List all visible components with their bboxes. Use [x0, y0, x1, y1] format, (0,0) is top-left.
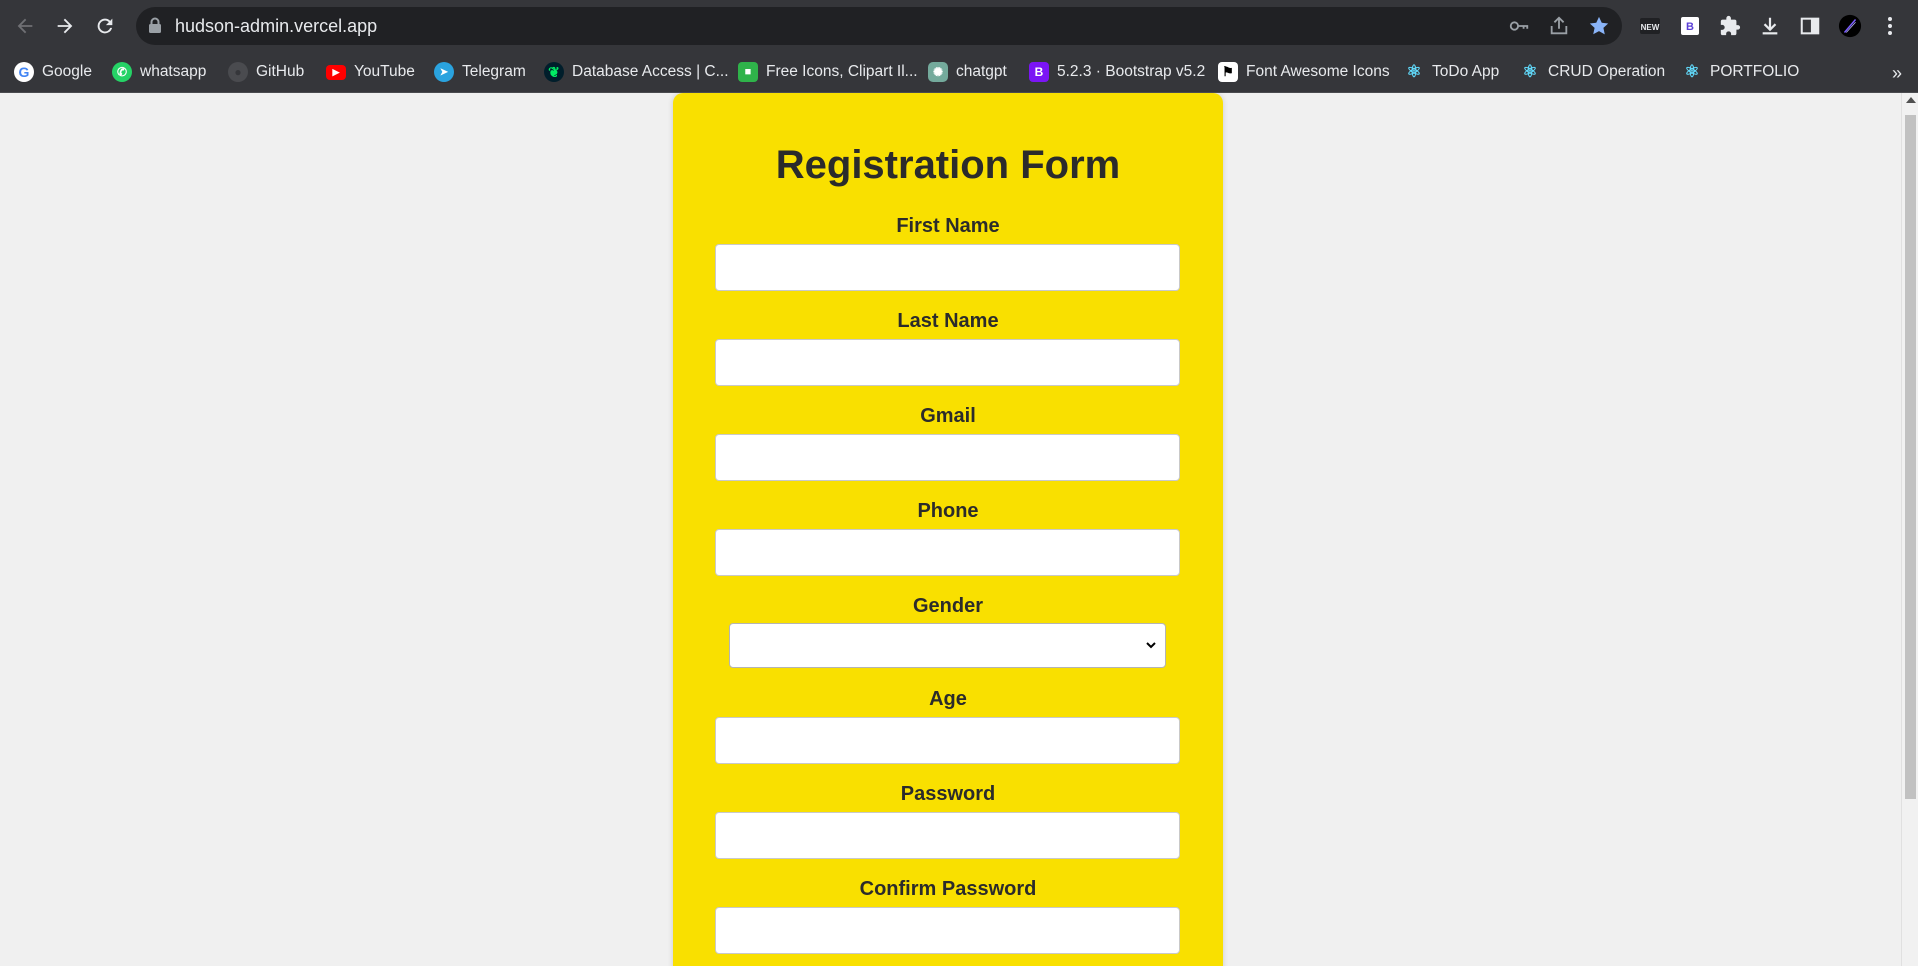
gender-select[interactable]: [729, 623, 1166, 668]
arrow-right-icon: [57, 18, 73, 34]
url-text: hudson-admin.vercel.app: [175, 16, 378, 36]
bookmark-github[interactable]: ● GitHub: [228, 59, 304, 85]
bookmark-bootstrap[interactable]: B 5.2.3 · Bootstrap v5.2: [1029, 59, 1205, 85]
bookmark-label: GitHub: [256, 63, 305, 80]
first-name-input[interactable]: [715, 244, 1180, 291]
lock-icon: [149, 17, 161, 33]
form-title: Registration Form: [775, 143, 1121, 187]
bookmark-label: Free Icons, Clipart Il...: [766, 63, 918, 80]
puzzle-icon[interactable]: [1718, 14, 1742, 38]
bookmark-label: Google: [42, 63, 92, 80]
svg-text:B: B: [1686, 21, 1694, 33]
bootstrap-icon: B: [1029, 62, 1049, 82]
back-button[interactable]: [9, 10, 41, 42]
password-input[interactable]: [715, 812, 1180, 859]
bookmark-label: Telegram: [462, 63, 526, 80]
age-input[interactable]: [715, 717, 1180, 764]
bookmarks-overflow-icon[interactable]: »: [1892, 63, 1902, 84]
address-bar[interactable]: hudson-admin.vercel.app: [136, 7, 1622, 45]
side-panel-icon[interactable]: [1798, 14, 1822, 38]
mongodb-icon: ❦: [544, 62, 564, 82]
icons8-icon: ■: [738, 62, 758, 82]
last-name-input[interactable]: [715, 339, 1180, 386]
last-name-label: Last Name: [897, 310, 999, 332]
key-icon[interactable]: [1508, 15, 1530, 37]
forward-button[interactable]: [49, 10, 81, 42]
phone-label: Phone: [917, 500, 979, 522]
browser-toolbar: hudson-admin.vercel.app NEW B: [0, 0, 1918, 53]
bookmark-label: CRUD Operation: [1548, 63, 1666, 80]
scroll-up-arrow-icon[interactable]: [1906, 97, 1916, 103]
react-icon: ⚛: [1684, 62, 1700, 81]
bookmark-label: YouTube: [354, 63, 415, 80]
bookmark-chatgpt[interactable]: ✺ chatgpt: [928, 59, 1007, 85]
star-icon[interactable]: [1588, 15, 1610, 37]
gender-label: Gender: [912, 595, 984, 617]
share-icon[interactable]: [1548, 15, 1570, 37]
phone-input[interactable]: [715, 529, 1180, 576]
bookmark-crud-operation[interactable]: ⚛ CRUD Operation: [1520, 59, 1665, 85]
bookmark-google[interactable]: G Google: [14, 59, 92, 85]
bookmarks-bar: G Google ✆ whatsapp ● GitHub ▶ YouTube ➤…: [0, 53, 1918, 93]
gmail-label: Gmail: [920, 405, 976, 427]
github-icon: ●: [228, 62, 248, 82]
telegram-icon: ➤: [434, 62, 454, 82]
bookmark-font-awesome[interactable]: ⚑ Font Awesome Icons: [1218, 59, 1390, 85]
chevron-down-icon: [1146, 642, 1156, 649]
google-icon: G: [14, 62, 34, 82]
bookmark-whatsapp[interactable]: ✆ whatsapp: [112, 59, 206, 85]
youtube-icon: ▶: [326, 64, 346, 80]
browser-menu-icon[interactable]: [1878, 14, 1902, 38]
page-viewport: Registration Form First Name Last Name G…: [0, 93, 1918, 966]
reload-button[interactable]: [89, 10, 121, 42]
whatsapp-icon: ✆: [112, 62, 132, 82]
bookmark-telegram[interactable]: ➤ Telegram: [434, 59, 526, 85]
confirm-password-input[interactable]: [715, 907, 1180, 954]
react-icon: ⚛: [1406, 62, 1422, 81]
password-label: Password: [900, 783, 996, 805]
bookmark-label: Database Access | C...: [572, 63, 729, 80]
bookmark-label: whatsapp: [140, 63, 207, 80]
registration-form: Registration Form First Name Last Name G…: [673, 93, 1223, 966]
page-scrollbar[interactable]: [1901, 93, 1918, 966]
bookmark-database-access[interactable]: ❦ Database Access | C...: [544, 59, 729, 85]
bookmark-label: Font Awesome Icons: [1246, 63, 1390, 80]
font-awesome-flag-icon: ⚑: [1218, 62, 1238, 82]
age-label: Age: [929, 688, 967, 710]
bootstrap-extension-icon[interactable]: B: [1678, 14, 1702, 38]
bookmark-todo-app[interactable]: ⚛ ToDo App: [1404, 59, 1499, 85]
download-icon[interactable]: [1758, 14, 1782, 38]
bookmark-label: ToDo App: [1432, 63, 1500, 80]
new-extension-icon[interactable]: NEW: [1638, 14, 1662, 38]
react-icon: ⚛: [1522, 62, 1538, 81]
bookmark-portfolio[interactable]: ⚛ PORTFOLIO: [1682, 59, 1799, 85]
first-name-label: First Name: [896, 215, 1000, 237]
avatar[interactable]: [1838, 14, 1862, 38]
bookmark-label: chatgpt: [956, 63, 1007, 80]
bookmark-free-icons[interactable]: ■ Free Icons, Clipart Il...: [738, 59, 918, 85]
bookmark-label: 5.2.3 · Bootstrap v5.2: [1057, 63, 1206, 80]
arrow-left-icon: [17, 18, 33, 34]
bookmark-youtube[interactable]: ▶ YouTube: [326, 59, 415, 85]
gmail-input[interactable]: [715, 434, 1180, 481]
scrollbar-thumb[interactable]: [1905, 115, 1916, 799]
svg-text:NEW: NEW: [1641, 23, 1660, 32]
chatgpt-icon: ✺: [928, 62, 948, 82]
reload-icon: [97, 18, 113, 34]
bookmark-label: PORTFOLIO: [1710, 63, 1800, 80]
confirm-password-label: Confirm Password: [859, 878, 1037, 900]
